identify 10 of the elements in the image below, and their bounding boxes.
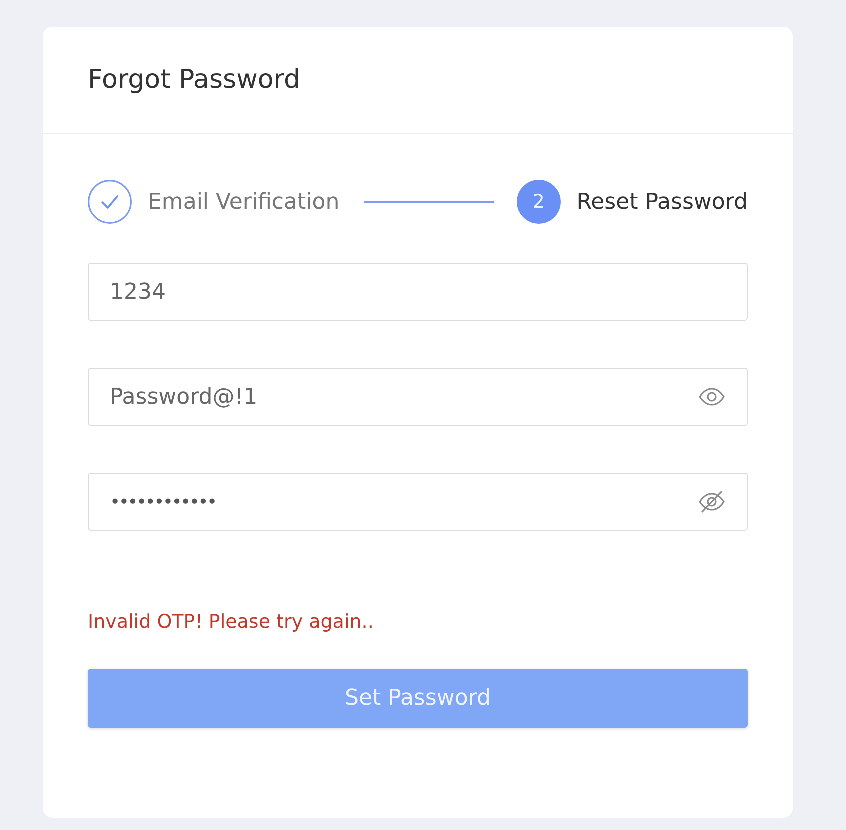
input-field[interactable]: 1234 — [88, 263, 748, 321]
step-label: Reset Password — [576, 190, 748, 214]
password-field[interactable]: •••••••••••• — [88, 473, 748, 531]
step-label: Email Verification — [148, 190, 340, 214]
card-title: Forgot Password — [88, 64, 300, 96]
step-number: 2 — [516, 180, 561, 224]
password-field[interactable]: Password@!1 — [88, 368, 748, 426]
eye-icon[interactable] — [699, 388, 725, 406]
eye-slash-icon[interactable] — [699, 491, 725, 513]
error-message: Invalid OTP! Please try again.. — [88, 611, 374, 633]
